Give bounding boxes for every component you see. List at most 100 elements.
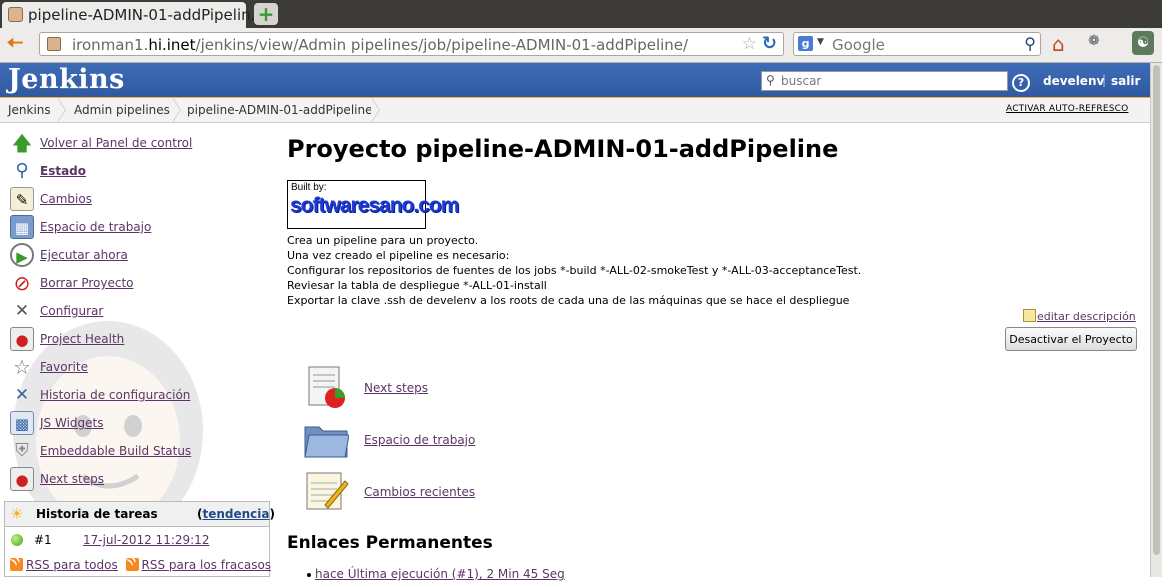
sidebar-item-label[interactable]: Cambios — [40, 192, 92, 206]
build-date-link[interactable]: 17-jul-2012 11:29:12 — [83, 533, 209, 547]
search-icon[interactable]: ⚲ — [1024, 34, 1036, 53]
rss-icon — [125, 558, 139, 571]
user-link[interactable]: develenv — [1043, 74, 1104, 88]
trend-link[interactable]: tendencia — [202, 507, 269, 521]
bookmark-star-icon[interactable]: ☆ — [742, 34, 757, 54]
back-arrow-icon[interactable]: 🠤 — [6, 32, 24, 56]
main-link-label[interactable]: Espacio de trabajo — [364, 433, 475, 447]
sidebar-item-label[interactable]: JS Widgets — [40, 416, 103, 430]
rss-failures-link[interactable]: RSS para los fracasos — [142, 558, 272, 572]
build-history-header: ☀ Historia de tareas (tendencia) — [5, 502, 275, 527]
no-entry-icon: ⊘ — [13, 271, 31, 295]
folder-icon: ▦ — [10, 215, 34, 239]
health-report-icon: ● — [10, 327, 34, 351]
reload-icon[interactable]: ↻ — [762, 33, 777, 54]
rss-all-link[interactable]: RSS para todos — [26, 558, 118, 572]
site-identity-icon[interactable] — [47, 37, 61, 51]
widgets-icon: ▩ — [10, 411, 34, 435]
star-icon: ☆ — [13, 355, 31, 379]
breadcrumb-jenkins[interactable]: Jenkins — [8, 103, 51, 117]
sidebar-item-label[interactable]: Volver al Panel de control — [40, 136, 192, 150]
breadcrumb-separator — [172, 98, 185, 122]
list-bullet — [307, 573, 311, 577]
sidebar-item-label[interactable]: Historia de configuración — [40, 388, 190, 402]
google-engine-icon[interactable]: g — [798, 36, 813, 51]
search-input[interactable] — [781, 73, 1001, 88]
disable-project-button[interactable]: Desactivar el Proyecto — [1005, 327, 1137, 351]
tools-icon: ✕ — [14, 301, 30, 321]
sidebar-item-label[interactable]: Configurar — [40, 304, 103, 318]
jenkins-search-box[interactable]: ⚲ — [761, 71, 1008, 91]
home-icon[interactable]: ⌂ — [1052, 32, 1065, 56]
main-panel: Proyecto pipeline-ADMIN-01-addPipeline B… — [287, 123, 1147, 581]
config-history-icon: ✕ — [14, 385, 30, 405]
chevron-down-icon[interactable]: ▼ — [817, 37, 824, 47]
search-icon: ⚲ — [766, 73, 775, 87]
clock-icon: ▶ — [10, 243, 34, 267]
browser-search-box[interactable]: g ▼ Google ⚲ — [793, 32, 1041, 56]
url-bar[interactable]: ironman1.hi.inet/jenkins/view/Admin pipe… — [39, 32, 784, 56]
build-trend: (tendencia) — [197, 507, 275, 521]
notepad-icon — [306, 472, 349, 510]
sun-weather-icon: ☀ — [10, 505, 24, 523]
browser-search-placeholder: Google — [832, 36, 885, 54]
sidebar-item-label[interactable]: Estado — [40, 164, 86, 178]
browser-tab-strip: pipeline-ADMIN-01-addPipelin... + — [0, 0, 1162, 28]
softwaresano-logo: softwaresano.com — [290, 194, 459, 217]
build-row[interactable]: #1 17-jul-2012 11:29:12 — [5, 527, 269, 553]
page-title: Proyecto pipeline-ADMIN-01-addPipeline — [287, 135, 839, 163]
sidebar-item-label[interactable]: Espacio de trabajo — [40, 220, 151, 234]
sidebar-item-label[interactable]: Embeddable Build Status — [40, 444, 191, 458]
description-line: Reviesar la tabla de despliegue *-ALL-01… — [287, 279, 547, 292]
sidebar-item-label[interactable]: Project Health — [40, 332, 124, 346]
logout-link[interactable]: salir — [1111, 74, 1140, 88]
magnifier-icon: ⚲ — [15, 160, 29, 181]
help-icon[interactable]: ? — [1012, 74, 1030, 92]
edit-description[interactable]: editar descripción — [1023, 309, 1136, 323]
auto-refresh-link[interactable]: ACTIVAR AUTO-REFRESCO — [1006, 104, 1128, 114]
build-history-title: Historia de tareas — [36, 507, 158, 521]
new-tab-icon[interactable]: + — [254, 3, 278, 25]
jenkins-header: Jenkins ⚲ ? develenv | salir — [0, 63, 1150, 99]
sidebar-item-label[interactable]: Next steps — [40, 472, 104, 486]
sidebar-item-label[interactable]: Borrar Proyecto — [40, 276, 134, 290]
description-line: Configurar los repositorios de fuentes d… — [287, 264, 862, 277]
firebug-icon[interactable]: ❁ — [1088, 33, 1100, 49]
description-line: Exportar la clave .ssh de develenv a los… — [287, 294, 850, 307]
main-link-label[interactable]: Next steps — [364, 381, 428, 395]
scrollbar-thumb[interactable] — [1153, 65, 1160, 555]
project-description: Crea un pipeline para un proyecto. Una v… — [287, 233, 861, 308]
breadcrumb-separator — [371, 98, 384, 122]
notepad-icon: ✎ — [10, 187, 34, 211]
header-separator: | — [1102, 73, 1107, 87]
sidebar-item-label[interactable]: Ejecutar ahora — [40, 248, 128, 262]
build-number: #1 — [34, 533, 52, 547]
breadcrumb-job[interactable]: pipeline-ADMIN-01-addPipeline — [187, 103, 372, 117]
report-chart-icon: ● — [10, 467, 34, 491]
built-by-label: Built by: — [291, 182, 327, 193]
breadcrumb-separator — [57, 98, 70, 122]
breadcrumb-admin-pipelines[interactable]: Admin pipelines — [74, 103, 170, 117]
browser-nav-bar: 🠤 ironman1.hi.inet/jenkins/view/Admin pi… — [0, 28, 1162, 63]
edit-description-link[interactable]: editar descripción — [1037, 310, 1136, 323]
permalink-item[interactable]: hace Última ejecución (#1), 2 Min 45 Seg — [315, 567, 565, 581]
jenkins-logo[interactable]: Jenkins — [8, 64, 125, 95]
description-line: Crea un pipeline para un proyecto. — [287, 234, 479, 247]
tab-title: pipeline-ADMIN-01-addPipelin... — [28, 6, 265, 24]
main-link-label[interactable]: Cambios recientes — [364, 485, 475, 499]
rss-icon — [10, 558, 23, 571]
jenkins-favicon-icon — [8, 7, 23, 22]
success-ball-icon — [11, 534, 23, 546]
addon-icon[interactable]: ☯ — [1132, 31, 1154, 55]
report-chart-icon — [308, 366, 345, 408]
side-panel: 🡅 Volver al Panel de control ⚲ Estado ✎ … — [0, 123, 275, 577]
sidebar-item-label[interactable]: Favorite — [40, 360, 88, 374]
page-scrollbar[interactable] — [1150, 63, 1162, 577]
permalinks-heading: Enlaces Permanentes — [287, 533, 493, 553]
built-by-badge[interactable]: Built by: softwaresano.com — [287, 180, 459, 229]
build-history-widget: ☀ Historia de tareas (tendencia) #1 17-j… — [4, 501, 275, 577]
folder-icon — [304, 426, 349, 458]
browser-tab[interactable]: pipeline-ADMIN-01-addPipelin... — [2, 2, 265, 28]
url-text[interactable]: ironman1.hi.inet/jenkins/view/Admin pipe… — [72, 36, 688, 54]
up-arrow-icon: 🡅 — [11, 131, 33, 155]
